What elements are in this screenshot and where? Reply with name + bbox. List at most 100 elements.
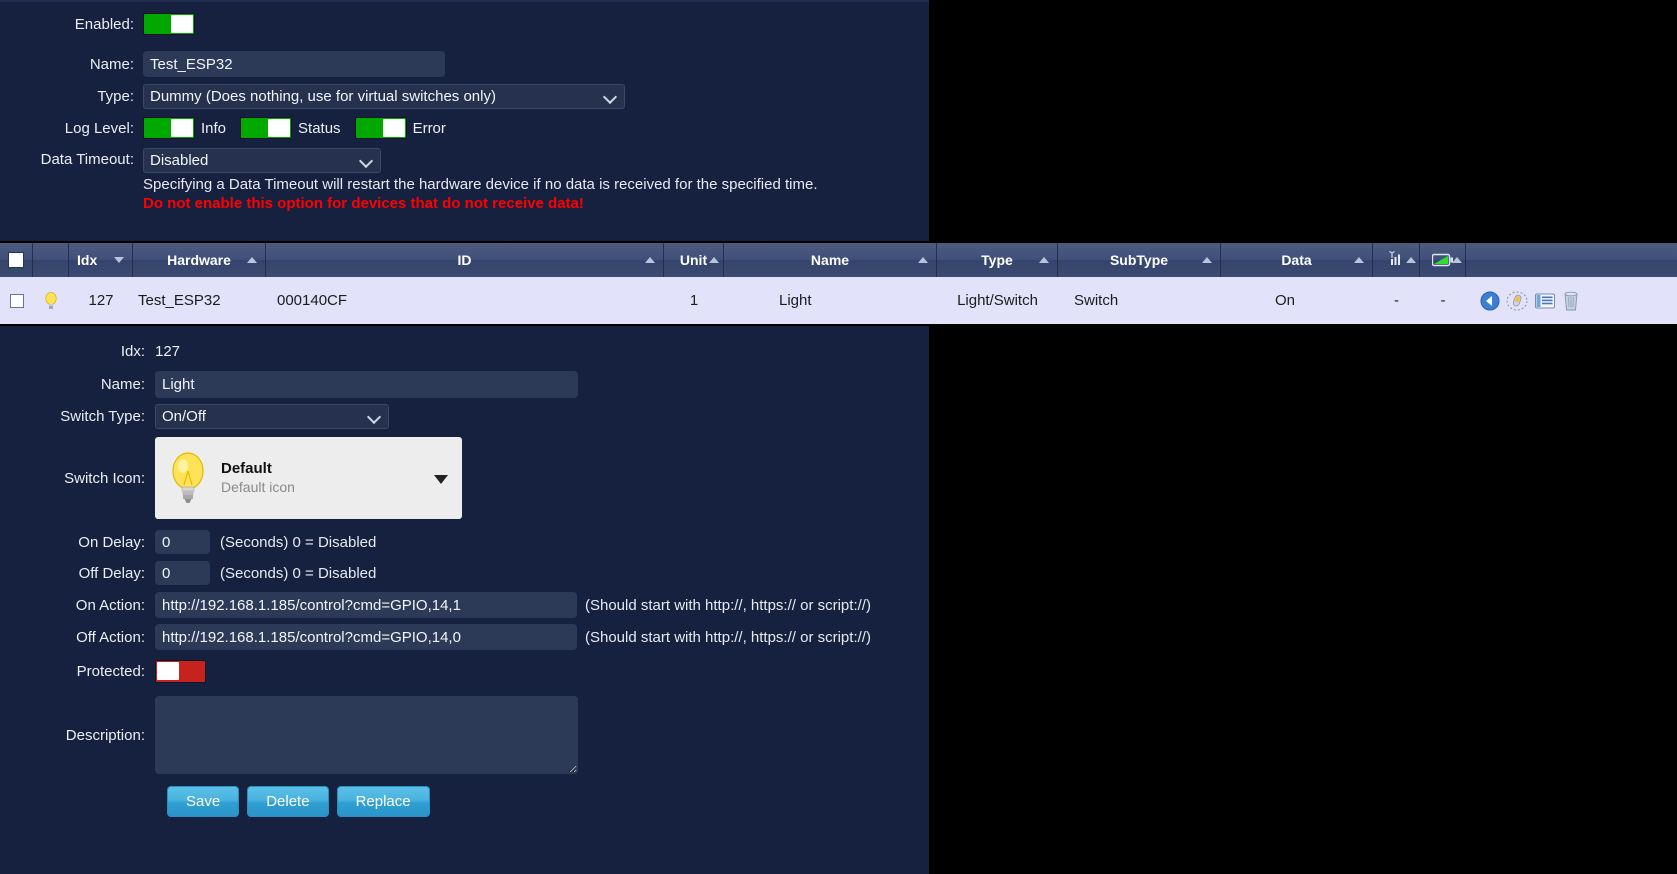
device-ondelay-input[interactable]: [155, 530, 210, 554]
column-header-hardware[interactable]: Hardware: [133, 243, 266, 277]
toggle-knob: [171, 119, 193, 137]
switch-icon-title: Default: [221, 459, 272, 477]
row-type: Light/Switch: [957, 292, 1038, 309]
column-header-actions: [1466, 243, 1677, 277]
app-root: Enabled: Name: Type: Dummy (Does nothing…: [0, 0, 1677, 874]
sort-asc-icon: [645, 257, 655, 263]
hardware-datatimeout-block: Disabled Specifying a Data Timeout will …: [143, 148, 818, 212]
column-header-signal[interactable]: [1373, 243, 1420, 277]
delete-button[interactable]: Delete: [247, 786, 329, 817]
column-header-idx-label: Idx: [77, 252, 98, 268]
column-header-idx[interactable]: Idx: [69, 243, 133, 277]
device-offaction-input[interactable]: [155, 624, 577, 650]
replace-button[interactable]: Replace: [336, 786, 430, 817]
device-offdelay-row: Off Delay: (Seconds) 0 = Disabled: [0, 561, 929, 585]
device-protected-toggle[interactable]: [155, 660, 206, 683]
row-signal: -: [1394, 292, 1399, 309]
hardware-name-input[interactable]: [143, 51, 445, 77]
chevron-down-icon[interactable]: [434, 475, 448, 484]
loglevel-status-toggle[interactable]: [240, 117, 293, 139]
datatimeout-hint: Specifying a Data Timeout will restart t…: [143, 176, 818, 193]
select-all-checkbox-icon[interactable]: [8, 252, 24, 268]
sort-asc-icon: [918, 257, 928, 263]
column-header-check[interactable]: [0, 243, 33, 277]
column-header-name[interactable]: Name: [724, 243, 937, 277]
device-ondelay-hint: (Seconds) 0 = Disabled: [220, 533, 377, 551]
device-offdelay-input[interactable]: [155, 561, 210, 585]
device-switchtype-select[interactable]: On/Off: [155, 404, 389, 429]
signal-bars-icon: [1389, 251, 1400, 265]
delete-trash-icon[interactable]: [1562, 290, 1580, 312]
devices-table: Idx Hardware ID Unit Name Type SubType D…: [0, 243, 1677, 324]
device-switchicon-label: Switch Icon:: [64, 469, 145, 487]
hardware-datatimeout-label: Data Timeout:: [40, 151, 134, 168]
sort-asc-icon: [709, 257, 719, 263]
loglevel-info-toggle[interactable]: [143, 117, 195, 139]
column-header-hardware-label: Hardware: [167, 252, 231, 268]
lightbulb-icon: [172, 452, 204, 503]
row-data: On: [1275, 292, 1296, 309]
device-idx-value: 127: [155, 343, 181, 360]
row-checkbox-cell[interactable]: [0, 277, 33, 324]
toggle-knob: [382, 119, 405, 137]
device-ondelay-label: On Delay:: [78, 533, 145, 551]
back-arrow-icon[interactable]: [1480, 291, 1500, 311]
hardware-loglevel-row: Log Level: Info Status Error: [0, 117, 929, 139]
hardware-enabled-toggle[interactable]: [143, 13, 195, 35]
device-detail-panel: Idx: 127 Name: Switch Type: On/Off Switc…: [0, 326, 929, 874]
sort-asc-icon: [1354, 257, 1364, 263]
sort-asc-icon: [1452, 257, 1462, 263]
sort-asc-icon: [247, 257, 257, 263]
log-list-icon[interactable]: [1534, 291, 1556, 311]
hardware-settings-panel: Enabled: Name: Type: Dummy (Does nothing…: [0, 0, 929, 241]
row-subtype: Switch: [1074, 292, 1119, 309]
loglevel-error-toggle[interactable]: [354, 117, 407, 139]
column-header-data[interactable]: Data: [1221, 243, 1373, 277]
column-header-battery[interactable]: [1420, 243, 1466, 277]
datatimeout-select-wrap: Disabled: [143, 148, 381, 173]
switch-icon-selector[interactable]: Default Default icon: [155, 437, 462, 519]
battery-icon: [1431, 253, 1453, 267]
row-checkbox-icon[interactable]: [9, 293, 24, 308]
lightbulb-icon: [45, 291, 57, 309]
device-description-textarea[interactable]: [155, 696, 578, 774]
device-onaction-label: On Action:: [75, 596, 145, 614]
hardware-type-label: Type:: [97, 88, 134, 105]
column-header-type-label: Type: [981, 252, 1013, 268]
edit-pencil-icon[interactable]: [1506, 291, 1528, 311]
device-description-label: Description:: [65, 726, 145, 744]
column-header-type[interactable]: Type: [937, 243, 1058, 277]
column-header-data-label: Data: [1281, 252, 1312, 268]
sort-desc-icon: [114, 257, 124, 263]
column-header-name-label: Name: [810, 252, 850, 268]
column-header-id[interactable]: ID: [266, 243, 664, 277]
device-onaction-input[interactable]: [155, 592, 577, 618]
device-switchtype-label: Switch Type:: [60, 408, 145, 425]
toggle-knob: [268, 119, 291, 137]
loglevel-error-label: Error: [412, 119, 446, 137]
row-unit: 1: [689, 292, 699, 309]
toggle-knob: [157, 662, 179, 680]
device-offdelay-label: Off Delay:: [78, 564, 145, 582]
device-buttons-row: Save Delete Replace: [0, 786, 929, 817]
device-switchtype-row: Switch Type: On/Off: [0, 404, 929, 429]
loglevel-info-label: Info: [201, 119, 227, 137]
device-onaction-row: On Action: (Should start with http://, h…: [0, 592, 929, 618]
hardware-datatimeout-select[interactable]: Disabled: [143, 148, 381, 173]
hardware-type-select[interactable]: Dummy (Does nothing, use for virtual swi…: [143, 84, 625, 109]
column-header-unit-label: Unit: [679, 252, 708, 268]
column-header-status: [33, 243, 69, 277]
column-header-unit[interactable]: Unit: [664, 243, 724, 277]
switch-icon-subtitle: Default icon: [221, 478, 295, 495]
table-row[interactable]: 127 Test_ESP32 000140CF 1 Light Light/Sw…: [0, 277, 1677, 324]
hardware-type-row: Type: Dummy (Does nothing, use for virtu…: [0, 84, 929, 109]
device-name-input[interactable]: [155, 371, 578, 398]
row-actions-cell: [1466, 277, 1677, 324]
device-offaction-label: Off Action:: [76, 628, 145, 646]
column-header-subtype[interactable]: SubType: [1058, 243, 1221, 277]
save-button[interactable]: Save: [167, 786, 240, 817]
device-switchicon-row: Switch Icon: Default Default icon: [0, 437, 929, 519]
sort-asc-icon: [1406, 257, 1416, 263]
device-protected-label: Protected:: [76, 663, 145, 680]
hardware-name-row: Name:: [0, 51, 929, 77]
